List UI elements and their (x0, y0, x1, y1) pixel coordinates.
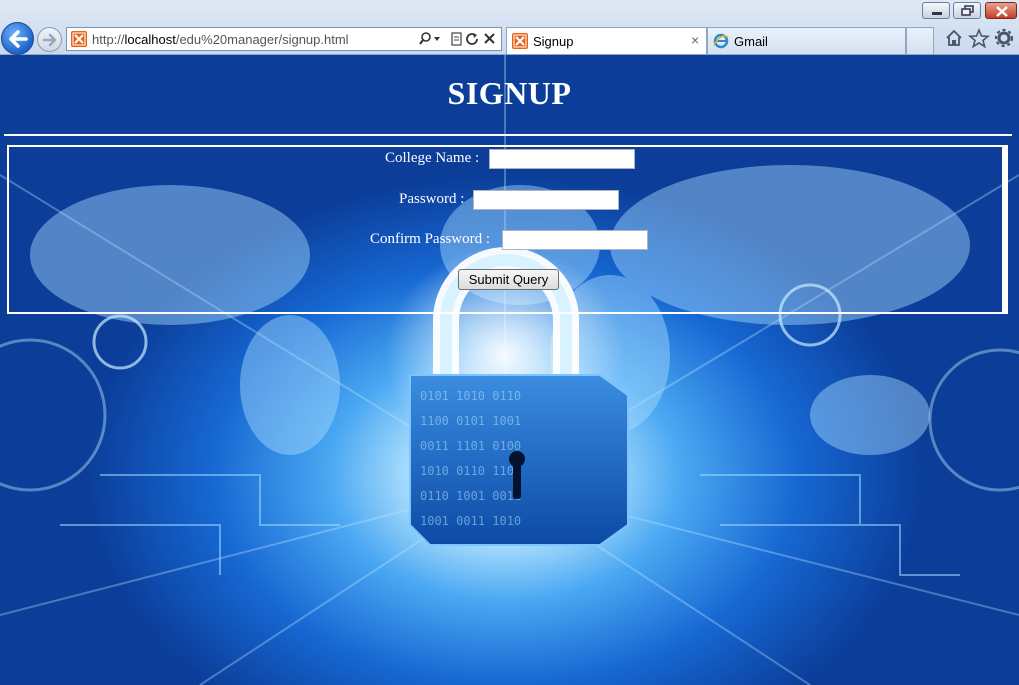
close-window-button[interactable] (985, 2, 1017, 19)
forward-button[interactable] (37, 27, 62, 52)
signup-form: College Name : Password : Confirm Passwo… (7, 145, 1008, 314)
confirm-password-input[interactable] (502, 230, 648, 250)
site-favicon-icon (71, 31, 87, 47)
title-divider (4, 134, 1012, 136)
address-bar[interactable]: http://localhost/edu%20manager/signup.ht… (66, 27, 502, 51)
compatibility-view-icon[interactable] (451, 32, 462, 46)
svg-text:0110 1001 0011: 0110 1001 0011 (420, 489, 521, 503)
stop-icon[interactable] (484, 33, 495, 44)
ie-favicon-icon (713, 33, 729, 49)
toolbar-icons (944, 27, 1016, 49)
tab-gmail[interactable]: Gmail (707, 27, 906, 54)
minimize-button[interactable] (922, 2, 950, 19)
forward-arrow-icon (42, 33, 57, 47)
college-name-label: College Name : (385, 150, 480, 166)
tab-label: Signup (533, 34, 574, 49)
search-icon[interactable] (419, 32, 431, 45)
url-host: localhost (124, 32, 176, 47)
signup-favicon-icon (512, 33, 528, 49)
url-prefix: http:// (92, 32, 125, 47)
svg-text:1001 0011 1010: 1001 0011 1010 (420, 514, 521, 528)
submit-query-button[interactable]: Submit Query (458, 269, 559, 290)
refresh-circle-icon (92, 314, 148, 370)
new-tab-button[interactable] (906, 27, 934, 54)
close-icon (996, 6, 1008, 17)
svg-text:0101 1010 0110: 0101 1010 0110 (420, 389, 521, 403)
password-label: Password : (399, 191, 465, 207)
tab-signup[interactable]: Signup × (506, 27, 707, 54)
restore-icon (961, 5, 974, 16)
url-path: /edu%20manager/signup.html (175, 32, 349, 47)
back-arrow-icon (9, 30, 28, 48)
tab-label: Gmail (734, 34, 768, 49)
college-name-row: College Name : (9, 148, 1004, 170)
password-row: Password : (9, 189, 1004, 211)
password-input[interactable] (473, 190, 619, 210)
confirm-password-row: Confirm Password : (9, 229, 1004, 251)
browser-chrome: http://localhost/edu%20manager/signup.ht… (0, 0, 1019, 55)
page-title: SIGNUP (447, 75, 572, 111)
settings-gear-icon[interactable] (994, 28, 1014, 48)
page-content: 0101 1010 0110 1100 0101 1001 0011 1101 … (0, 55, 1019, 685)
svg-text:1010 0110 1101: 1010 0110 1101 (420, 464, 521, 478)
favorites-star-icon[interactable] (967, 27, 991, 49)
back-button[interactable] (1, 22, 34, 55)
address-bar-icons (419, 31, 499, 47)
confirm-password-label: Confirm Password : (370, 231, 490, 247)
left-ring-icon (0, 338, 107, 492)
restore-button[interactable] (953, 2, 981, 19)
tab-close-icon[interactable]: × (691, 32, 699, 48)
refresh-icon[interactable] (466, 33, 478, 45)
address-url[interactable]: http://localhost/edu%20manager/signup.ht… (92, 32, 349, 47)
college-name-input[interactable] (489, 149, 635, 169)
home-icon[interactable] (946, 29, 962, 46)
svg-text:1100 0101 1001: 1100 0101 1001 (420, 414, 521, 428)
dropdown-icon[interactable] (434, 37, 440, 41)
minimize-icon (932, 12, 942, 15)
svg-text:0011 1101 0100: 0011 1101 0100 (420, 439, 521, 453)
right-ring-icon (928, 348, 1019, 492)
